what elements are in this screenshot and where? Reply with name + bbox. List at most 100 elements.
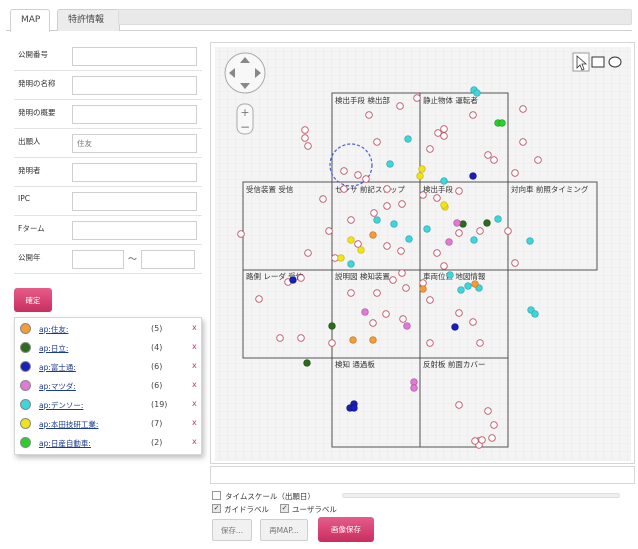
fterm-input[interactable] xyxy=(72,221,197,240)
timescale-slider[interactable] xyxy=(342,493,620,498)
patent-point[interactable] xyxy=(370,209,378,217)
patent-point[interactable] xyxy=(301,134,309,142)
patent-point[interactable] xyxy=(399,315,407,323)
patent-point[interactable] xyxy=(511,169,519,177)
remove-icon[interactable]: x xyxy=(192,437,197,446)
patent-point[interactable] xyxy=(416,172,424,180)
patent-point[interactable] xyxy=(494,215,502,223)
patent-point[interactable] xyxy=(455,187,463,195)
patent-point[interactable] xyxy=(419,191,427,199)
patent-point[interactable] xyxy=(531,310,539,318)
remove-icon[interactable]: x xyxy=(192,399,197,408)
patent-point[interactable] xyxy=(434,129,442,137)
patent-point[interactable] xyxy=(347,216,355,224)
patent-point[interactable] xyxy=(354,240,362,248)
patent-point[interactable] xyxy=(433,249,441,257)
patent-point[interactable] xyxy=(297,274,305,282)
patent-point[interactable] xyxy=(383,242,391,250)
legend-link[interactable]: ap:富士通: xyxy=(39,362,76,373)
patent-point[interactable] xyxy=(433,194,441,202)
confirm-button[interactable]: 確定 xyxy=(14,288,52,312)
patent-point[interactable] xyxy=(440,132,448,140)
patent-point[interactable] xyxy=(440,177,448,185)
patent-point[interactable] xyxy=(390,220,398,228)
patent-point[interactable] xyxy=(301,126,309,134)
patent-point[interactable] xyxy=(365,111,373,119)
patent-point[interactable] xyxy=(490,421,498,429)
year-from-input[interactable] xyxy=(72,250,124,269)
patent-point[interactable] xyxy=(373,138,381,146)
patent-point[interactable] xyxy=(297,334,305,342)
save-image-button[interactable]: 画像保存 xyxy=(318,517,374,542)
patent-point[interactable] xyxy=(369,319,377,327)
patent-point[interactable] xyxy=(304,249,312,257)
patent-point[interactable] xyxy=(389,276,397,284)
patent-point[interactable] xyxy=(457,286,465,294)
patent-point[interactable] xyxy=(469,111,477,119)
legend-link[interactable]: ap:デンソー: xyxy=(39,400,83,411)
patent-point[interactable] xyxy=(484,151,492,159)
patent-point[interactable] xyxy=(361,308,369,316)
patent-point[interactable] xyxy=(440,201,448,209)
patent-point[interactable] xyxy=(511,259,519,267)
patent-point[interactable] xyxy=(373,216,381,224)
legend-link[interactable]: ap:住友: xyxy=(39,324,68,335)
ellipse-select-tool[interactable] xyxy=(608,56,622,68)
patent-point[interactable] xyxy=(369,336,377,344)
legend-link[interactable]: ap:日立: xyxy=(39,343,68,354)
patent-point[interactable] xyxy=(340,167,348,175)
patent-point[interactable] xyxy=(490,156,498,164)
patent-point[interactable] xyxy=(328,322,336,330)
patent-point[interactable] xyxy=(469,172,477,180)
patent-point[interactable] xyxy=(451,323,459,331)
patent-point[interactable] xyxy=(402,284,410,292)
patent-point[interactable] xyxy=(469,318,477,326)
patent-point[interactable] xyxy=(383,202,391,210)
patent-point[interactable] xyxy=(354,171,362,179)
patent-point[interactable] xyxy=(386,160,394,168)
patent-point[interactable] xyxy=(349,336,357,344)
zoom-in-icon[interactable]: + xyxy=(240,106,249,119)
patent-point[interactable] xyxy=(362,175,370,183)
patent-point[interactable] xyxy=(464,282,472,290)
patent-point[interactable] xyxy=(255,295,263,303)
patent-point[interactable] xyxy=(340,185,348,193)
patent-point[interactable] xyxy=(350,404,358,412)
patent-point[interactable] xyxy=(419,285,427,293)
year-to-input[interactable] xyxy=(141,250,195,269)
map-horizontal-scrollbar[interactable] xyxy=(210,466,635,484)
patent-point[interactable] xyxy=(398,269,406,277)
patent-point[interactable] xyxy=(476,227,484,235)
patent-point[interactable] xyxy=(304,142,312,150)
patent-point[interactable] xyxy=(396,102,404,110)
tab-patent-info[interactable]: 特許情報 xyxy=(57,9,120,31)
patent-point[interactable] xyxy=(473,89,481,97)
patent-point[interactable] xyxy=(237,230,245,238)
patent-point[interactable] xyxy=(459,220,467,228)
patent-point[interactable] xyxy=(410,378,418,386)
remove-icon[interactable]: x xyxy=(192,380,197,389)
patent-point[interactable] xyxy=(440,262,448,270)
legend-link[interactable]: ap:本田技研工業: xyxy=(39,419,98,430)
patent-point[interactable] xyxy=(526,237,534,245)
patent-point[interactable] xyxy=(471,437,479,445)
patent-point[interactable] xyxy=(534,156,542,164)
patent-point[interactable] xyxy=(470,236,478,244)
patent-point[interactable] xyxy=(488,434,496,442)
patent-point[interactable] xyxy=(276,334,284,342)
save-button[interactable]: 保存... xyxy=(212,519,252,541)
remove-icon[interactable]: x xyxy=(192,342,197,351)
patent-point[interactable] xyxy=(404,135,412,143)
patent-point[interactable] xyxy=(418,165,426,173)
patent-point[interactable] xyxy=(382,310,390,318)
patent-point[interactable] xyxy=(410,384,418,392)
patent-point[interactable] xyxy=(455,229,463,237)
publication-number-input[interactable] xyxy=(72,47,197,66)
tab-map[interactable]: MAP xyxy=(10,9,50,32)
inventor-input[interactable] xyxy=(72,163,197,182)
patent-point[interactable] xyxy=(328,339,336,347)
invention-title-input[interactable] xyxy=(72,76,197,95)
patent-point[interactable] xyxy=(426,145,434,153)
patent-point[interactable] xyxy=(498,119,506,127)
patent-point[interactable] xyxy=(398,200,406,208)
